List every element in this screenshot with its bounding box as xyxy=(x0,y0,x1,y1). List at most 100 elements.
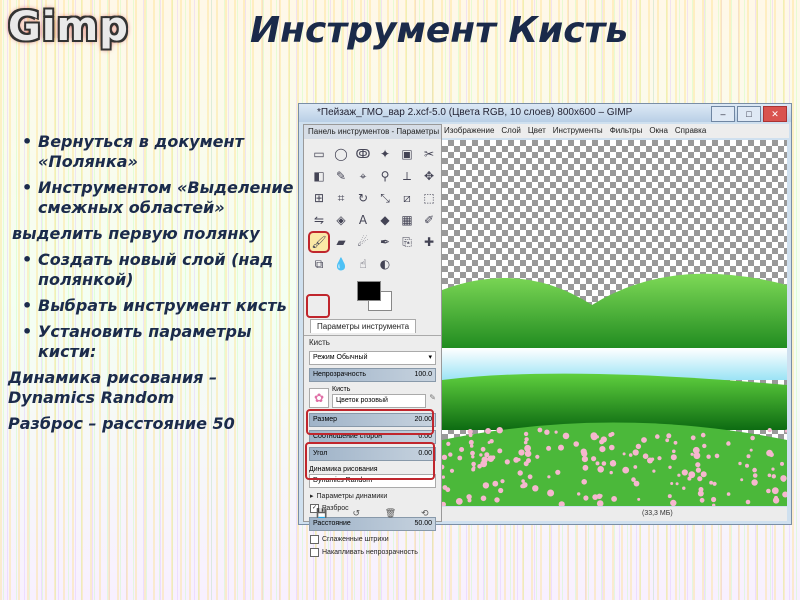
rotate-icon[interactable]: ↻ xyxy=(354,189,372,207)
brush-preview-icon[interactable]: ✿ xyxy=(309,387,329,408)
paintbrush-icon[interactable]: 🖌 xyxy=(308,231,330,253)
scale-icon[interactable]: ⤡ xyxy=(376,189,394,207)
status-bar: (33,3 МБ) xyxy=(442,507,787,521)
ellipse-select-icon[interactable]: ◯ xyxy=(332,145,350,163)
zoom-icon[interactable]: ⚲ xyxy=(376,167,394,185)
incremental-label: Накапливать непрозрачность xyxy=(322,549,418,556)
incremental-checkbox[interactable]: Накапливать непрозрачность xyxy=(310,548,435,557)
instruction-item: Вернуться в документ «Полянка» xyxy=(8,132,298,172)
airbrush-icon[interactable]: ☄ xyxy=(354,233,372,251)
gimp-window: *Пейзаж_ГМО_вар 2.xcf-5.0 (Цвета RGB, 10… xyxy=(298,103,792,557)
crop-icon[interactable]: ⌗ xyxy=(332,189,350,207)
save-options-button[interactable]: 💾 xyxy=(316,509,327,519)
lasso-icon[interactable]: ↂ xyxy=(354,145,372,163)
blend-icon[interactable]: ▦ xyxy=(398,211,416,229)
heal-icon[interactable]: ✚ xyxy=(420,233,438,251)
menu-item[interactable]: Слой xyxy=(501,124,520,138)
perspective-clone-icon[interactable]: ⧉ xyxy=(310,255,328,273)
image-canvas[interactable] xyxy=(442,140,787,506)
jitter-highlight xyxy=(305,442,435,480)
brush-row: ✿ Кисть Цветок розовый ✎ xyxy=(309,386,436,409)
cage-icon[interactable]: ◈ xyxy=(332,211,350,229)
chevron-down-icon: ▾ xyxy=(428,354,432,361)
perspective-icon[interactable]: ⬚ xyxy=(420,189,438,207)
instruction-item: Инструментом «Выделение смежных областей… xyxy=(8,178,298,218)
landscape-image xyxy=(442,273,787,506)
tool-options-tabs: Параметры инструмента xyxy=(304,319,441,336)
fuzzy-select-icon[interactable]: ✦ xyxy=(376,145,394,163)
instruction-item: Выбрать инструмент кисть xyxy=(8,296,298,316)
dodge-icon[interactable]: ◐ xyxy=(376,255,394,273)
mode-select[interactable]: Режим Обычный ▾ xyxy=(309,351,436,365)
opacity-slider[interactable]: Непрозрачность 100.0 xyxy=(309,368,436,382)
instruction-item: выделить первую полянку xyxy=(12,224,260,243)
foreground-select-icon[interactable]: ◧ xyxy=(310,167,328,185)
flip-icon[interactable]: ⇋ xyxy=(310,211,328,229)
checkbox-icon xyxy=(310,548,319,557)
distance-slider[interactable]: Расстояние 50.00 xyxy=(309,517,436,531)
foreground-color-swatch[interactable] xyxy=(357,281,381,301)
maximize-button[interactable]: □ xyxy=(737,106,761,122)
brush-name-field[interactable]: Цветок розовый xyxy=(332,394,427,408)
color-select-icon[interactable]: ▣ xyxy=(398,145,416,163)
eraser-icon[interactable]: ▰ xyxy=(332,233,350,251)
instruction-item: Установить параметры кисти: xyxy=(8,322,298,362)
tool-name: Кисть xyxy=(309,338,330,347)
color-picker-icon[interactable]: ⌖ xyxy=(354,167,372,185)
smudge-icon[interactable]: ☝ xyxy=(354,255,372,273)
tab-tool-options[interactable]: Параметры инструмента xyxy=(310,319,417,333)
menu-bar: Изображение Слой Цвет Инструменты Фильтры Окн… xyxy=(442,124,789,138)
close-button[interactable]: ✕ xyxy=(763,106,787,122)
toolbox-title: Панель инструментов - Параметры ✕ xyxy=(304,125,441,139)
align-icon[interactable]: ⊞ xyxy=(310,189,328,207)
options-footer: 💾 ↺ 🗑 ⟲ xyxy=(304,509,441,519)
text-icon[interactable]: A xyxy=(354,211,372,229)
menu-item[interactable]: Инструменты xyxy=(553,124,603,138)
shear-icon[interactable]: ⧄ xyxy=(398,189,416,207)
window-title-text: *Пейзаж_ГМО_вар 2.xcf-5.0 (Цвета RGB, 10… xyxy=(317,107,633,118)
dynamics-params-expander[interactable]: ▸ Параметры динамики xyxy=(310,492,435,501)
mode-label: Режим xyxy=(313,354,335,361)
instruction-item: Разброс – расстояние 50 xyxy=(8,414,235,433)
move-icon[interactable]: ✥ xyxy=(420,167,438,185)
pencil-icon[interactable]: ✐ xyxy=(420,211,438,229)
menu-item[interactable]: Изображение xyxy=(444,124,494,138)
dynamics-highlight xyxy=(306,409,434,435)
checkbox-icon xyxy=(310,535,319,544)
rect-select-icon[interactable]: ▭ xyxy=(310,145,328,163)
minimize-button[interactable]: – xyxy=(711,106,735,122)
menu-item[interactable]: Фильтры xyxy=(610,124,643,138)
toolbox-title-text: Панель инструментов - Параметры xyxy=(308,127,440,136)
slide-title: Инструмент Кисть xyxy=(250,10,629,51)
instruction-item: Создать новый слой (над полянкой) xyxy=(8,250,298,290)
smooth-strokes-checkbox[interactable]: Сглаженные штрихи xyxy=(310,535,435,544)
restore-options-button[interactable]: ↺ xyxy=(352,509,360,519)
clone-icon[interactable]: ⎘ xyxy=(398,233,416,251)
tool-grid: ▭ ◯ ↂ ✦ ▣ ✂ ◧ ✎ ⌖ ⚲ ⟂ ✥ ⊞ ⌗ ↻ ⤡ ⧄ ⬚ ⇋ ◈ A ◆ ▦ ✐ 🖌 ▰ ☄ ✒ ⎘ ✚ ⧉ 💧 ☝ ◐ xyxy=(304,139,441,279)
menu-item[interactable]: Окна xyxy=(649,124,668,138)
opacity-label: Непрозрачность xyxy=(313,371,367,378)
paths-icon[interactable]: ✎ xyxy=(332,167,350,185)
scissors-icon[interactable]: ✂ xyxy=(420,145,438,163)
bucket-fill-icon[interactable]: ◆ xyxy=(376,211,394,229)
window-controls: – □ ✕ xyxy=(711,106,787,122)
dynamics-params-label: Параметры динамики xyxy=(316,492,388,500)
reset-options-button[interactable]: ⟲ xyxy=(421,509,429,519)
brush-value: Цветок розовый xyxy=(336,397,388,404)
brush-label: Кисть xyxy=(332,386,351,393)
menu-item[interactable]: Справка xyxy=(675,124,706,138)
distance-label: Расстояние xyxy=(313,520,351,527)
measure-icon[interactable]: ⟂ xyxy=(398,167,416,185)
distance-value: 50.00 xyxy=(414,520,432,527)
gimp-logo: Gimp xyxy=(8,4,129,50)
brush-highlight xyxy=(306,294,330,318)
blur-icon[interactable]: 💧 xyxy=(332,255,350,273)
menu-item[interactable]: Цвет xyxy=(528,124,546,138)
delete-options-button[interactable]: 🗑 xyxy=(385,509,396,519)
mode-value: Обычный xyxy=(336,354,368,361)
edit-brush-icon[interactable]: ✎ xyxy=(429,393,436,402)
window-title: *Пейзаж_ГМО_вар 2.xcf-5.0 (Цвета RGB, 10… xyxy=(299,104,791,122)
ink-icon[interactable]: ✒ xyxy=(376,233,394,251)
smooth-label: Сглаженные штрихи xyxy=(322,536,389,543)
instruction-list: Вернуться в документ «Полянка» Инструмент… xyxy=(8,132,298,440)
